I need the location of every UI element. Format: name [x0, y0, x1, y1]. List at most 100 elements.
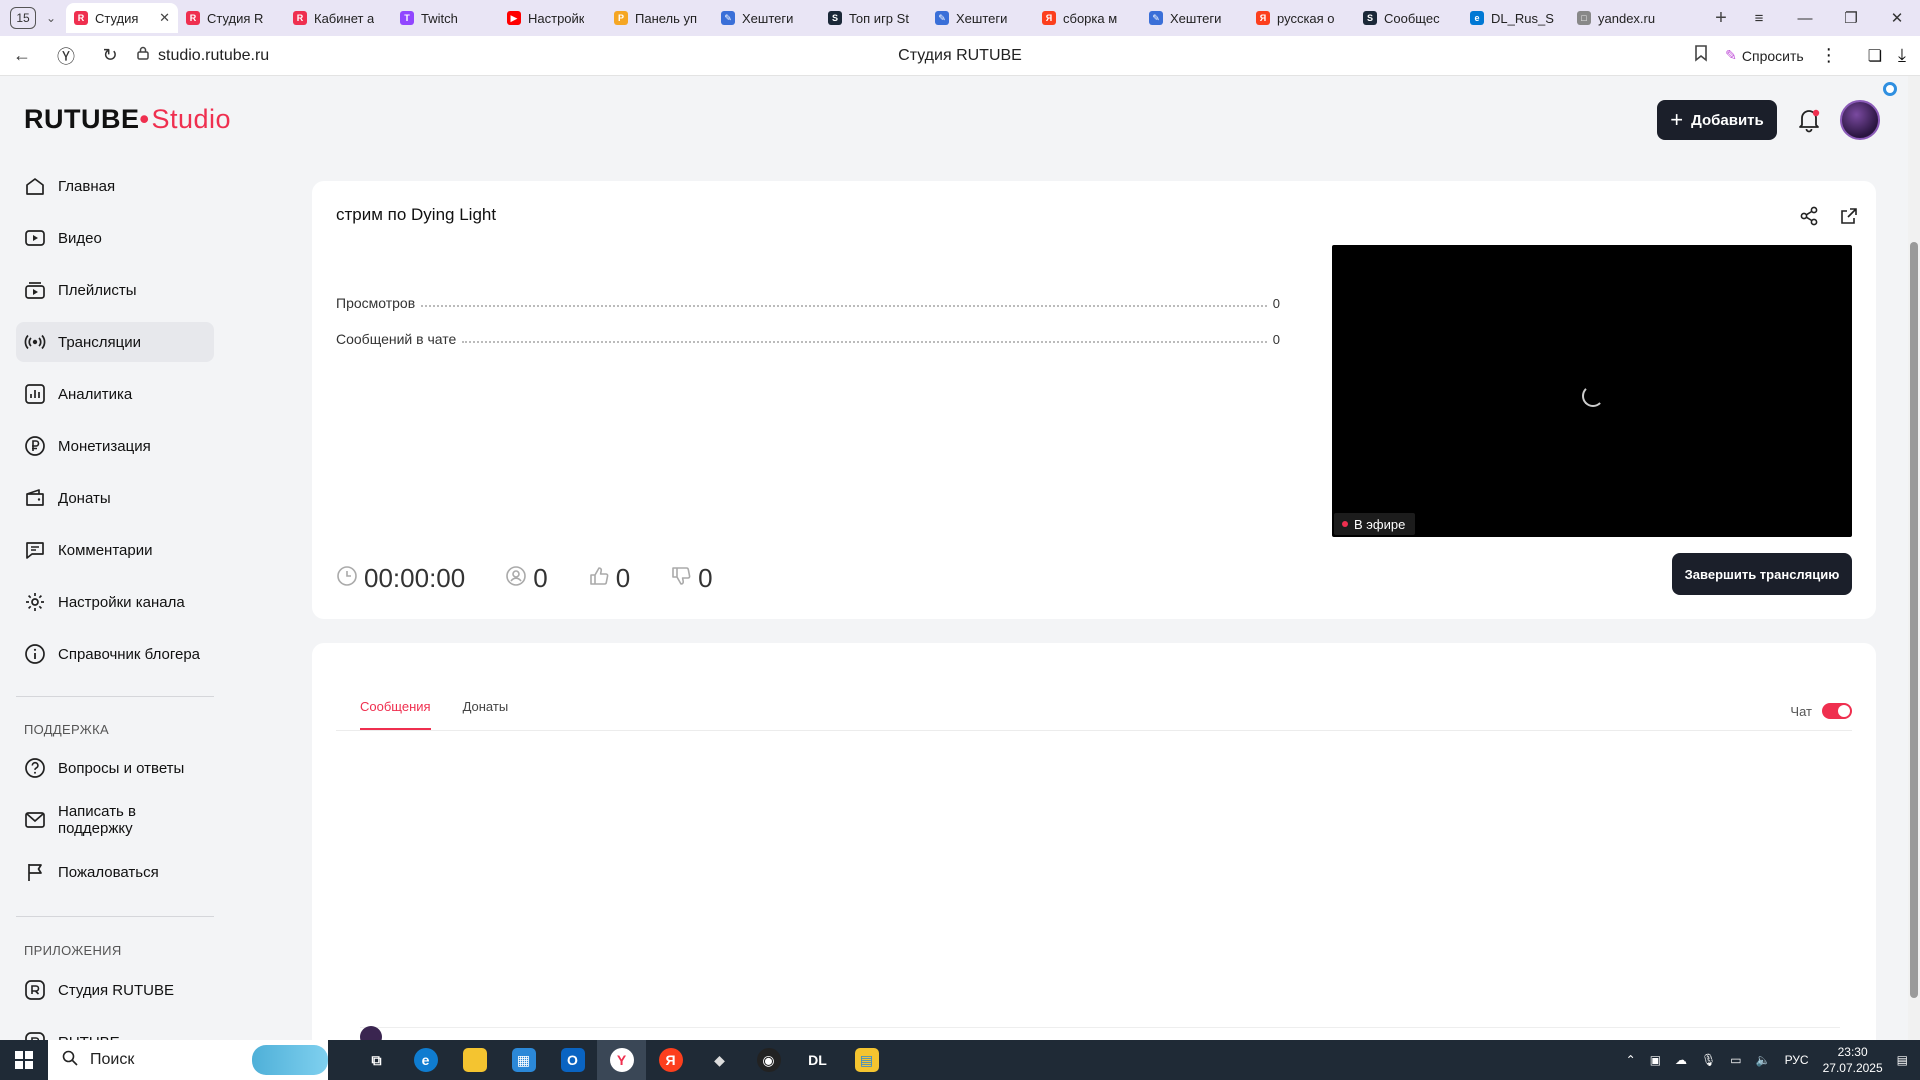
tab-donations[interactable]: Донаты: [463, 699, 509, 730]
more-vertical-icon[interactable]: ⋮: [1820, 45, 1838, 66]
stream-player[interactable]: В эфире: [1332, 245, 1852, 537]
ask-ai-button[interactable]: ✎ Спросить: [1725, 47, 1804, 64]
sidebar-item-main[interactable]: Аналитика: [16, 374, 214, 414]
cloud-icon[interactable]: ☁: [1675, 1053, 1687, 1067]
stat-views-value: 0: [1272, 296, 1280, 311]
reload-button[interactable]: ↻: [88, 36, 132, 76]
clock-time: 23:30: [1837, 1045, 1868, 1059]
chevron-down-icon[interactable]: ⌄: [36, 3, 66, 33]
taskbar-search[interactable]: Поиск: [48, 1040, 328, 1080]
chevron-up-icon[interactable]: ⌃: [1626, 1053, 1636, 1067]
notifications-icon[interactable]: ▤: [1897, 1053, 1908, 1067]
browser-tab[interactable]: R Студия ✕: [66, 3, 178, 33]
viewers-counter: 0: [505, 563, 548, 594]
stream-card: стрим по Dying Light Просмотров 0 Сообще…: [312, 181, 1876, 619]
sidebar-item-main[interactable]: Справочник блогера: [16, 634, 214, 674]
sidebar-item-label: Справочник блогера: [58, 645, 201, 663]
browser-tab-label: DL_Rus_S: [1491, 10, 1554, 26]
sidebar-item-main[interactable]: Главная: [16, 166, 214, 206]
browser-tab[interactable]: P Панель уп: [606, 3, 713, 33]
sidebar-item-main[interactable]: Донаты: [16, 478, 214, 518]
back-button[interactable]: ←: [0, 36, 44, 76]
sidebar-item-main[interactable]: Трансляции: [16, 322, 214, 362]
microphone-icon[interactable]: 🎙: [1701, 1053, 1716, 1067]
browser-tab[interactable]: Ярусская о: [1248, 3, 1355, 33]
browser-tab[interactable]: □ yandex.ru: [1569, 3, 1676, 33]
yandex-browser-icon[interactable]: Y: [597, 1040, 646, 1080]
sidebar-item-main[interactable]: Видео: [16, 218, 214, 258]
search-highlight-icon: [252, 1045, 328, 1075]
edge-icon[interactable]: e: [401, 1040, 450, 1080]
camera-icon[interactable]: ▣: [1650, 1053, 1661, 1067]
dotted-leader: [462, 341, 1267, 343]
browser-tab-label: сборка м: [1063, 10, 1118, 26]
windows-start-icon[interactable]: [0, 1040, 48, 1080]
browser-tab[interactable]: T Twitch: [392, 3, 499, 33]
browser-tab[interactable]: e DL_Rus_S: [1462, 3, 1569, 33]
stream-title: стрим по Dying Light: [336, 205, 497, 224]
browser-tab[interactable]: R Кабинет а: [285, 3, 392, 33]
rutube-studio-logo[interactable]: RUTUBE • Studio: [24, 104, 231, 135]
game-app-icon[interactable]: ◆: [695, 1040, 744, 1080]
browser-tab[interactable]: S Сообщес: [1355, 3, 1462, 33]
minimize-button[interactable]: —: [1782, 10, 1828, 27]
language-indicator[interactable]: РУС: [1785, 1053, 1809, 1067]
tab-counter[interactable]: 15: [10, 7, 36, 29]
yandex-logo-icon[interactable]: Ⓨ: [44, 36, 88, 76]
sidebar-item-apps[interactable]: Студия RUTUBE: [16, 970, 214, 1010]
yandex-icon[interactable]: Я: [646, 1040, 695, 1080]
browser-tab[interactable]: ✎ Хештеги: [713, 3, 820, 33]
file-explorer-icon[interactable]: [450, 1040, 499, 1080]
store-icon[interactable]: ▦: [499, 1040, 548, 1080]
outlook-icon[interactable]: O: [548, 1040, 597, 1080]
task-view-icon[interactable]: ⧉: [352, 1040, 401, 1080]
bookmark-icon[interactable]: [1693, 44, 1709, 67]
browser-tab-label: Хештеги: [956, 10, 1008, 26]
browser-tab-label: Кабинет а: [314, 10, 375, 26]
sidebar-item-support[interactable]: Вопросы и ответы: [16, 748, 214, 788]
share-icon[interactable]: [1798, 205, 1820, 232]
browser-tab[interactable]: S Топ игр St: [820, 3, 927, 33]
tab-messages[interactable]: Сообщения: [360, 699, 431, 730]
close-window-button[interactable]: ✕: [1874, 9, 1920, 27]
new-tab-button[interactable]: +: [1706, 3, 1736, 33]
menu-icon[interactable]: ≡: [1736, 10, 1782, 27]
page-scrollbar[interactable]: [1908, 76, 1920, 1040]
sidebar-item-support[interactable]: Написать в поддержку: [16, 800, 214, 840]
collections-icon[interactable]: ❏: [1868, 46, 1882, 66]
sidebar-item-label: Студия RUTUBE: [58, 981, 174, 999]
browser-tab[interactable]: R Студия R: [178, 3, 285, 33]
sidebar-item-support[interactable]: Пожаловаться: [16, 852, 214, 892]
add-button[interactable]: + Добавить: [1657, 100, 1777, 140]
end-stream-button[interactable]: Завершить трансляцию: [1672, 553, 1852, 595]
sidebar-item-label: Донаты: [58, 489, 111, 507]
chat-toggle[interactable]: [1822, 703, 1852, 719]
volume-icon[interactable]: 🔈: [1756, 1053, 1771, 1067]
comment-icon: [26, 542, 44, 559]
network-icon[interactable]: ▭: [1730, 1053, 1741, 1067]
extension-indicator-icon: [1883, 82, 1897, 96]
url-field[interactable]: studio.rutube.ru: [136, 46, 269, 65]
browser-tab[interactable]: ✎ Хештеги: [1141, 3, 1248, 33]
browser-tab[interactable]: ✎ Хештеги: [927, 3, 1034, 33]
scrollbar-thumb[interactable]: [1910, 242, 1918, 998]
browser-tab[interactable]: ▶ Настройк: [499, 3, 606, 33]
file-manager-icon[interactable]: ▤: [842, 1040, 891, 1080]
open-external-icon[interactable]: [1838, 205, 1860, 232]
dislikes-value: 0: [698, 563, 713, 593]
avatar[interactable]: [1840, 100, 1880, 140]
tab-list: R Студия ✕ R Студия R R Кабинет а T Twitch ▶ Настр…: [66, 0, 1706, 36]
clock[interactable]: 23:30 27.07.2025: [1823, 1044, 1883, 1076]
sidebar-item-main[interactable]: Настройки канала: [16, 582, 214, 622]
sidebar-item-main[interactable]: Комментарии: [16, 530, 214, 570]
close-tab-icon[interactable]: ✕: [159, 10, 170, 26]
obs-icon[interactable]: ◉: [744, 1040, 793, 1080]
notification-bell-icon[interactable]: [1795, 106, 1823, 134]
dying-light-icon[interactable]: DL: [793, 1040, 842, 1080]
download-icon[interactable]: ⤓: [1898, 45, 1906, 66]
sidebar-item-main[interactable]: Монетизация: [16, 426, 214, 466]
browser-tab[interactable]: Ясборка м: [1034, 3, 1141, 33]
sidebar-item-main[interactable]: Плейлисты: [16, 270, 214, 310]
maximize-button[interactable]: ❐: [1828, 9, 1874, 27]
rutube-app-icon: [25, 980, 45, 1000]
